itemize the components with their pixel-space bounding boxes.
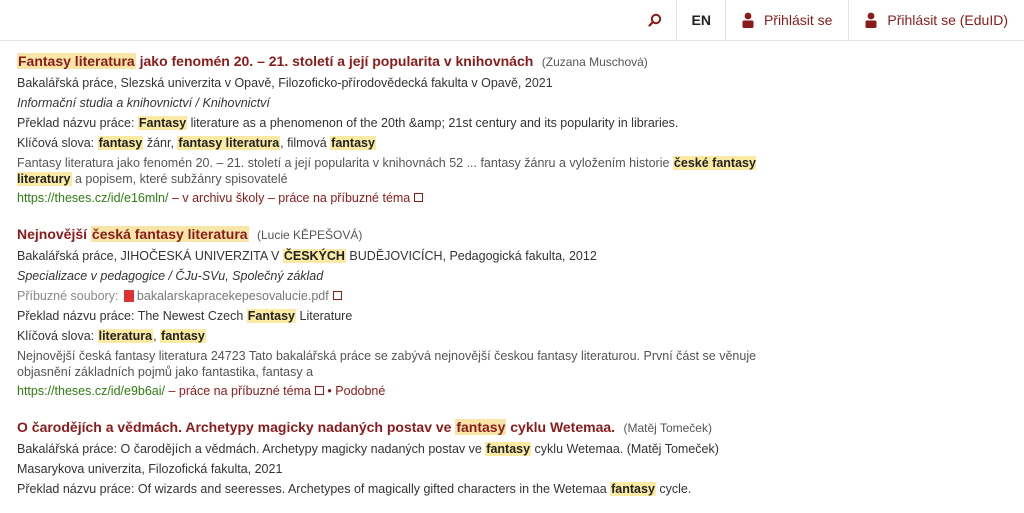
result-title-link[interactable]: Fantasy literatura jako fenomén 20. – 21…: [17, 53, 533, 69]
result-title-link[interactable]: Nejnovější česká fantasy literatura: [17, 226, 249, 242]
login-label: Přihlásit se: [763, 12, 833, 28]
search-icon: [648, 13, 662, 27]
result-item: Nejnovější česká fantasy literatura (Luc…: [17, 223, 1017, 402]
result-title-link[interactable]: O čarodějích a vědmách. Archetypy magick…: [17, 419, 615, 435]
related-topic-link[interactable]: – práce na příbuzné téma: [268, 191, 410, 205]
result-snippet: Nejnovější česká fantasy literatura 2472…: [17, 349, 757, 379]
similar-link[interactable]: • Podobné: [324, 384, 385, 398]
result-author: (Lucie KĚPEŠOVÁ): [257, 228, 363, 242]
title-text: O čarodějích a vědmách. Archetypy magick…: [17, 419, 456, 435]
title-text: jako fenomén 20. – 21. století a její po…: [135, 53, 534, 69]
pdf-icon: [123, 289, 134, 302]
top-bar: EN Přihlásit se Přihlásit se (EduID): [0, 0, 1024, 41]
related-topic-link[interactable]: – práce na příbuzné téma: [165, 384, 310, 398]
title-highlight: česká fantasy literatura: [90, 226, 249, 242]
result-keywords: Klíčová slova: fantasy žánr, fantasy lit…: [17, 136, 376, 150]
external-link-icon: [332, 291, 342, 301]
result-field: Informační studia a knihovnictví / Kniho…: [17, 96, 270, 110]
result-school: Masarykova univerzita, Filozofická fakul…: [17, 462, 283, 476]
result-snippet: Fantasy literatura jako fenomén 20. – 21…: [17, 156, 756, 186]
result-links: https://theses.cz/id/e9b6ai/ – práce na …: [17, 380, 1017, 402]
top-navigation: EN Přihlásit se Přihlásit se (EduID): [634, 0, 1024, 40]
login-eduid-button[interactable]: Přihlásit se (EduID): [848, 0, 1024, 40]
result-url[interactable]: https://theses.cz/id/e9b6ai/: [17, 384, 165, 398]
title-text: Nejnovější: [17, 226, 91, 242]
result-author: (Matěj Tomeček): [623, 421, 712, 435]
title-highlight: Fantasy literatura: [17, 53, 136, 69]
search-button[interactable]: [634, 0, 676, 40]
language-switch[interactable]: EN: [676, 0, 724, 40]
archive-link[interactable]: – v archivu školy: [168, 191, 267, 205]
title-text: cyklu Wetemaa.: [506, 419, 616, 435]
result-item: O čarodějích a vědmách. Archetypy magick…: [17, 416, 1017, 499]
pdf-file-link[interactable]: bakalarskapracekepesovalucie.pdf: [137, 289, 329, 303]
search-results: Fantasy literatura jako fenomén 20. – 21…: [17, 44, 1017, 513]
result-url[interactable]: https://theses.cz/id/e16mln/: [17, 191, 168, 205]
result-translation: Překlad názvu práce: Fantasy literature …: [17, 116, 679, 130]
external-link-icon: [414, 193, 424, 203]
user-icon: [865, 12, 877, 28]
result-links: https://theses.cz/id/e16mln/ – v archivu…: [17, 187, 1017, 209]
result-translation: Překlad názvu práce: Of wizards and seer…: [17, 482, 692, 496]
login-eduid-label: Přihlásit se (EduID): [887, 12, 1008, 28]
result-type: Bakalářská práce, JIHOČESKÁ UNIVERZITA V…: [17, 249, 597, 263]
result-translation: Překlad názvu práce: The Newest Czech Fa…: [17, 309, 353, 323]
result-item: Fantasy literatura jako fenomén 20. – 21…: [17, 50, 1017, 209]
external-link-icon: [314, 386, 324, 396]
user-icon: [742, 12, 754, 28]
result-type: Bakalářská práce, Slezská univerzita v O…: [17, 76, 553, 90]
result-files: Příbuzné soubory: bakalarskapracekepesov…: [17, 286, 1017, 306]
result-field: Specializace v pedagogice / ČJu-SVu, Spo…: [17, 269, 324, 283]
title-highlight: fantasy: [455, 419, 507, 435]
result-type: Bakalářská práce: O čarodějích a vědmách…: [17, 442, 719, 456]
login-button[interactable]: Přihlásit se: [724, 0, 848, 40]
result-keywords: Klíčová slova: literatura, fantasy: [17, 329, 206, 343]
result-author: (Zuzana Muschová): [541, 55, 648, 69]
